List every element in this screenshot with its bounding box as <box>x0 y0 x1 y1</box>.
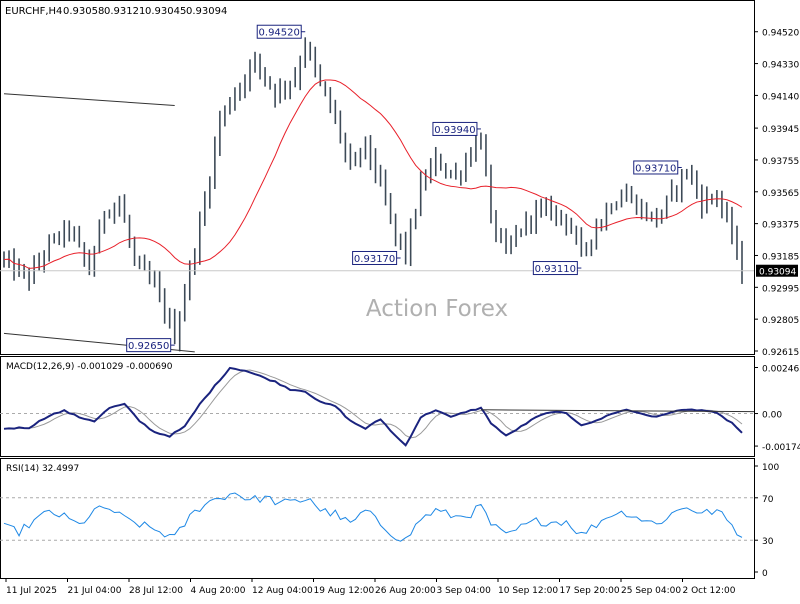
macd-y-tick-label: 0.00 <box>762 411 782 421</box>
price-annotation-label: 0.93710 <box>635 163 676 174</box>
x-tick-label: 17 Sep 20:00 <box>560 586 620 596</box>
rsi-series-group <box>0 492 754 542</box>
header-close: 0.93094 <box>186 6 227 17</box>
price-y-tick-label: 0.93375 <box>762 221 799 231</box>
rsi-pane-border <box>0 458 755 579</box>
macd-signal-line <box>3 369 743 439</box>
x-tick-label: 19 Aug 12:00 <box>314 586 375 596</box>
rsi-line <box>3 492 743 542</box>
rsi-y-tick-label: 30 <box>762 537 774 547</box>
price-annotation-label: 0.92650 <box>128 341 169 352</box>
x-tick-label: 28 Jul 12:00 <box>129 586 183 596</box>
x-tick-label: 10 Sep 12:00 <box>498 586 558 596</box>
price-y-tick-label: 0.94520 <box>762 29 799 39</box>
x-tick-label: 25 Sep 04:00 <box>621 586 681 596</box>
rsi-y-tick-label: 0 <box>762 569 768 579</box>
price-y-tick-label: 0.94330 <box>762 61 799 71</box>
chart-window[interactable]: EURCHF,H4 0.93058 0.93121 0.93045 0.9309… <box>0 0 800 600</box>
price-y-tick-label: 0.93185 <box>762 252 799 262</box>
trend-line <box>3 93 175 106</box>
x-tick-label: 12 Aug 04:00 <box>252 586 313 596</box>
macd-y-tick-label: -0.00174 <box>762 443 800 453</box>
price-y-tick-label: 0.92995 <box>762 284 799 294</box>
price-y-tick-label: 0.93565 <box>762 189 799 199</box>
header-low: 0.93045 <box>145 6 186 17</box>
price-annotation-label: 0.94520 <box>259 28 300 39</box>
x-tick-label: 2 Oct 12:00 <box>683 586 736 596</box>
price-y-tick-label: 0.94140 <box>762 92 799 102</box>
price-y-tick-label: 0.92805 <box>762 316 799 326</box>
x-tick-label: 11 Jul 2025 <box>6 586 57 596</box>
price-y-tick-label: 0.92615 <box>762 348 799 358</box>
header-open: 0.93058 <box>63 6 104 17</box>
x-tick-label: 4 Aug 20:00 <box>191 586 246 596</box>
macd-y-tick-label: 0.002463 <box>762 364 800 374</box>
header-symbol: EURCHF,H4 <box>5 6 62 17</box>
price-y-tick-label: 0.93945 <box>762 125 799 135</box>
price-y-tick-label: 0.93755 <box>762 157 799 167</box>
current-price-tag-label: 0.93094 <box>759 268 796 278</box>
x-tick-label: 21 Jul 04:00 <box>68 586 122 596</box>
rsi-y-tick-label: 70 <box>762 495 774 505</box>
rsi-y-tick-label: 100 <box>762 463 779 473</box>
chart-canvas[interactable]: EURCHF,H4 0.93058 0.93121 0.93045 0.9309… <box>0 0 800 600</box>
moving-average-line <box>3 79 743 269</box>
header-high: 0.93121 <box>104 6 145 17</box>
macd-line <box>3 366 743 447</box>
rsi-label: RSI(14) 32.4997 <box>6 464 79 474</box>
price-annotation-label: 0.93170 <box>354 254 395 265</box>
macd-label: MACD(12,26,9) -0.001029 -0.000690 <box>6 362 173 372</box>
price-annotation-label: 0.93940 <box>434 125 475 136</box>
x-tick-label: 3 Sep 04:00 <box>437 586 492 596</box>
price-annotation-label: 0.93110 <box>535 264 576 275</box>
watermark: Action Forex <box>366 296 508 322</box>
macd-series-group <box>0 366 755 447</box>
x-tick-label: 26 Aug 20:00 <box>375 586 436 596</box>
